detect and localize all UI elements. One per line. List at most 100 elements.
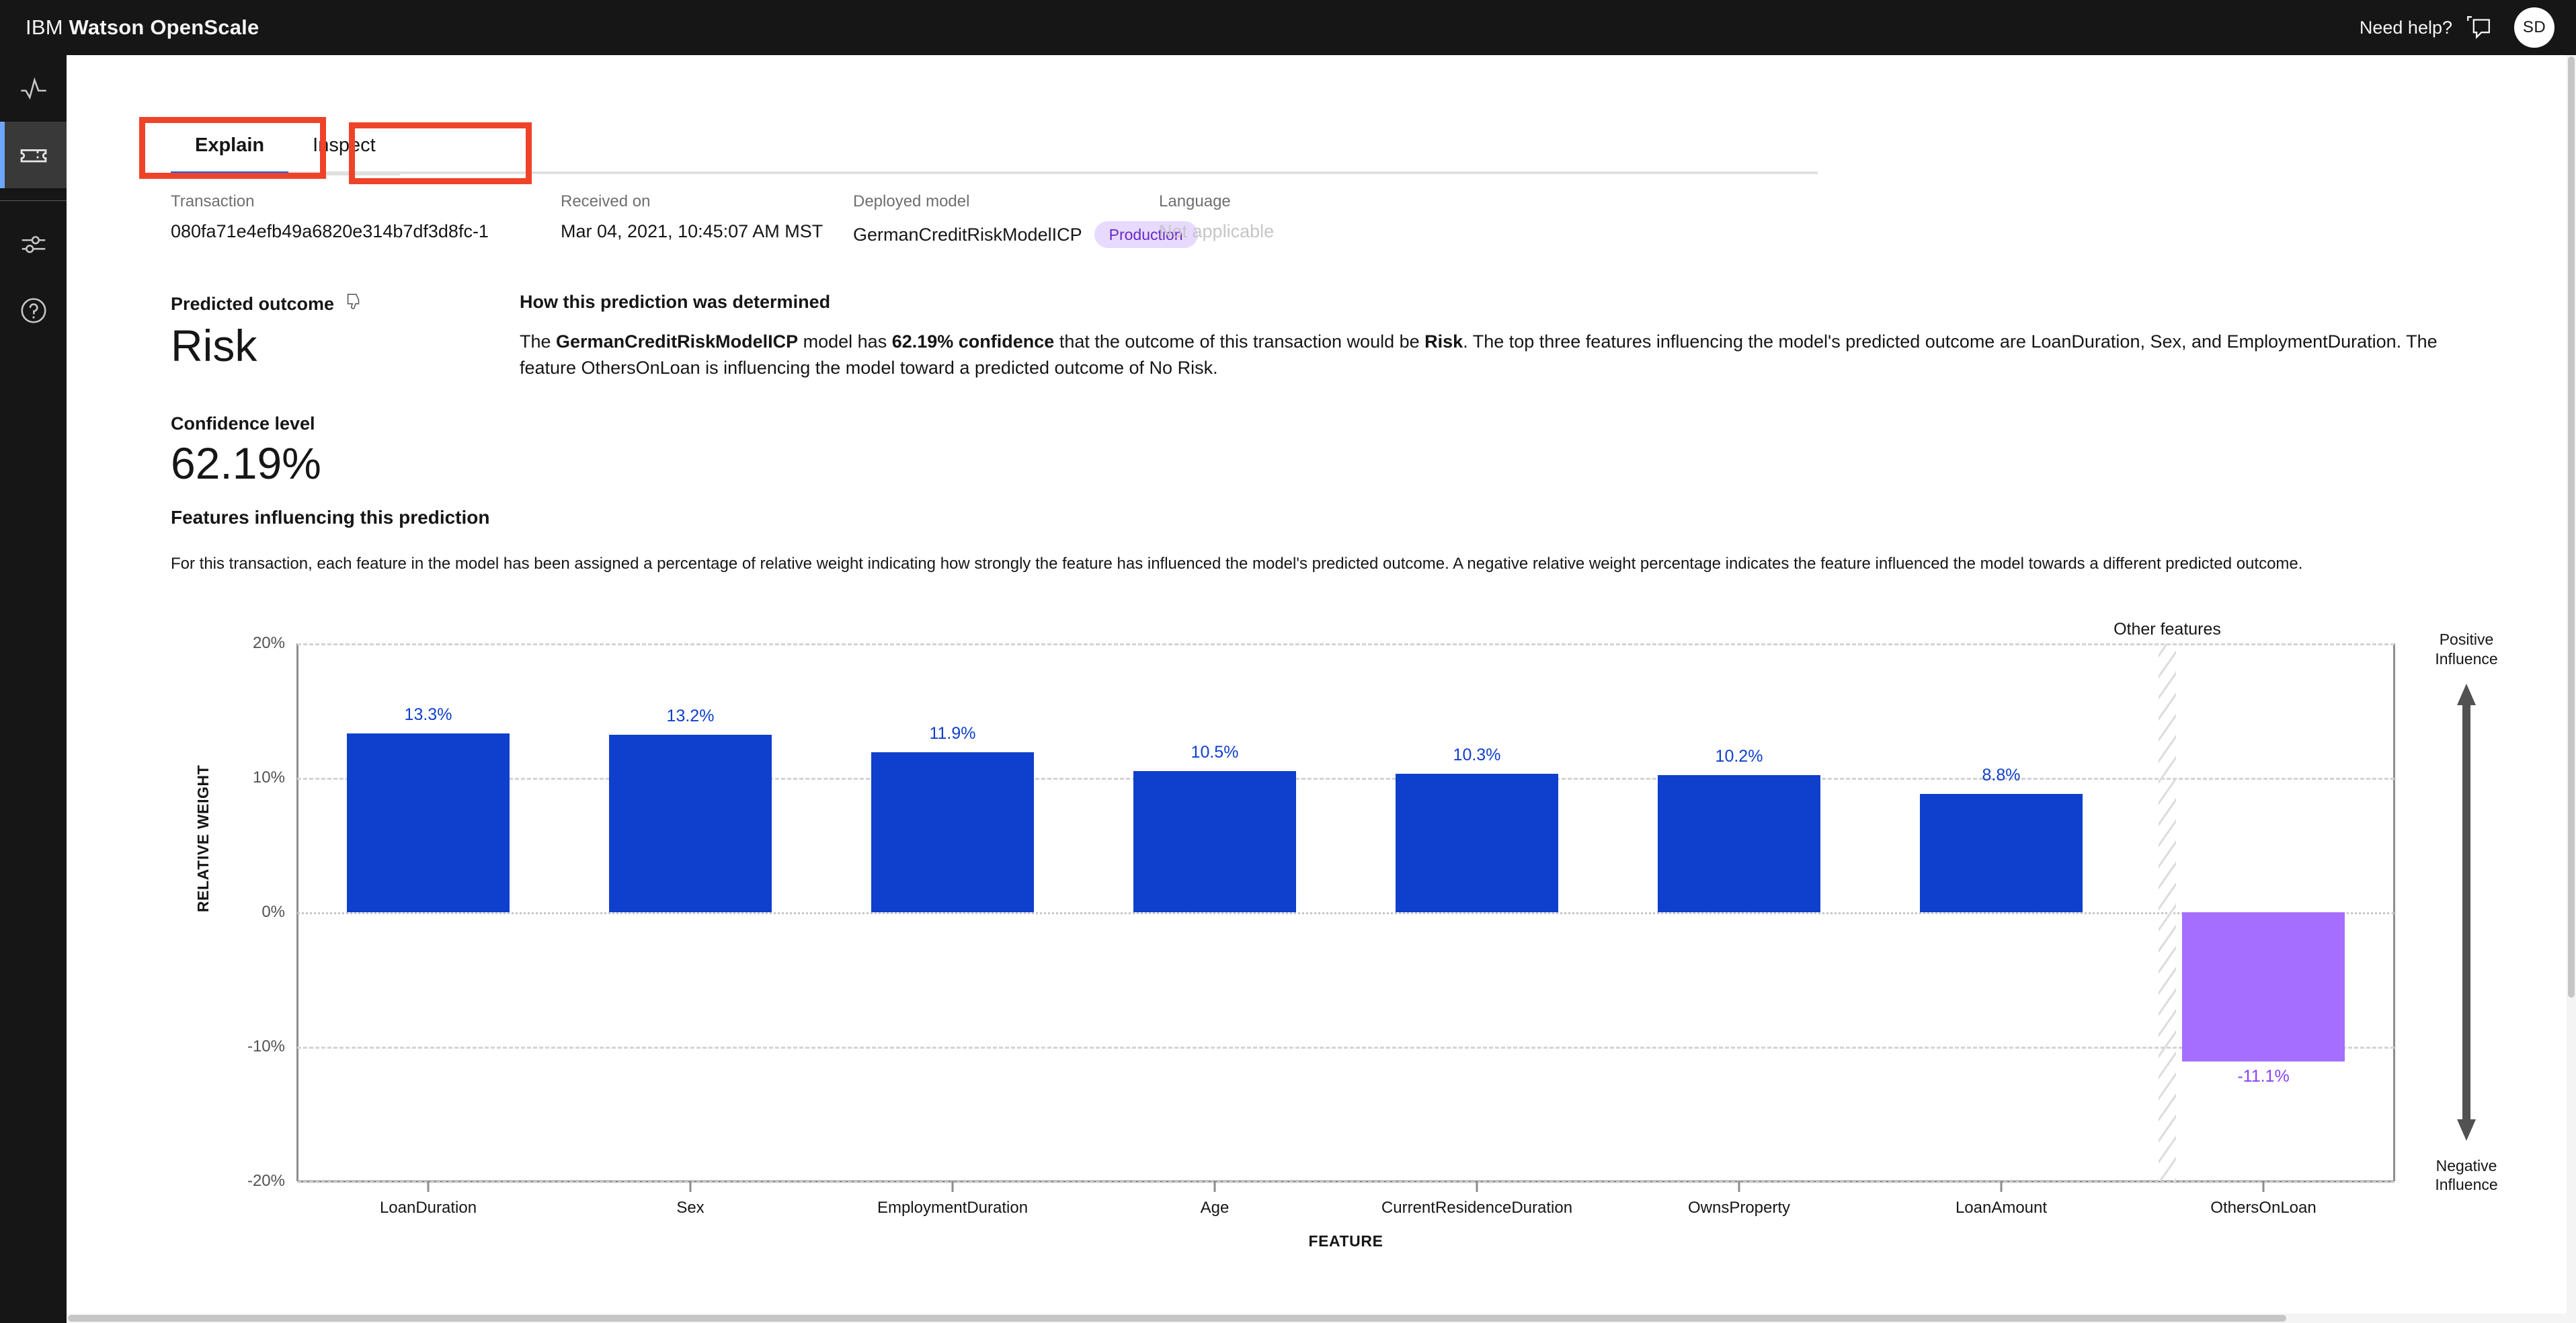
chart-x-tick-mark — [689, 1181, 692, 1192]
how-determined-title: How this prediction was determined — [520, 292, 831, 312]
chart-bar-value-label: 13.3% — [404, 705, 452, 724]
chart-bar-value-label: 11.9% — [929, 724, 976, 743]
how-model-name: GermanCreditRiskModelICP — [556, 331, 799, 352]
influence-arrow-icon — [2452, 669, 2481, 1156]
sidebar-item-transactions[interactable] — [0, 122, 67, 188]
chart-bar[interactable] — [609, 735, 772, 912]
meta-deployed-model: Deployed model GermanCreditRiskModelICP … — [853, 192, 1198, 249]
chart-y-tick-label: 10% — [252, 768, 285, 787]
confidence-level-value: 62.19% — [171, 438, 321, 488]
chart-bar[interactable] — [347, 733, 510, 912]
chart-y-tick-label: 20% — [252, 634, 285, 652]
chart-bar[interactable] — [2182, 912, 2345, 1061]
how-confidence: 62.19% confidence — [891, 331, 1055, 352]
tab-inspect[interactable]: Inspect — [288, 120, 400, 175]
chart-bar[interactable] — [871, 752, 1034, 912]
meta-language: Language Not applicable — [1159, 192, 1275, 242]
chart-x-tick-label: OwnsProperty — [1687, 1199, 1791, 1217]
chart-gridline — [297, 912, 2394, 914]
chart-x-tick-label: CurrentResidenceDuration — [1381, 1199, 1573, 1217]
meta-received-label: Received on — [561, 192, 651, 210]
tab-explain-label: Explain — [195, 134, 265, 156]
tab-bar: Explain Inspect — [171, 120, 400, 175]
chart-bar-value-label: 10.2% — [1715, 747, 1763, 766]
other-features-label: Other features — [2114, 620, 2221, 639]
meta-received-on: Received on Mar 04, 2021, 10:45:07 AM MS… — [561, 192, 823, 242]
chart-gridline — [297, 1047, 2394, 1049]
chart-bar-value-label: -11.1% — [2237, 1067, 2290, 1086]
brand-title: IBM Watson OpenScale — [26, 15, 259, 40]
meta-model-value: GermanCreditRiskModelICP — [853, 224, 1082, 245]
chart-x-tick-mark — [427, 1181, 430, 1192]
predicted-outcome-heading: Predicted outcome — [171, 292, 500, 317]
confidence-level-label: Confidence level — [171, 413, 315, 434]
chart-x-tick-mark — [1213, 1181, 1216, 1192]
chart-plot-area: 20% 10% 0% -10% -20% 13.3% LoanDuration 13.2% Se… — [247, 620, 2395, 1217]
predicted-outcome-value: Risk — [171, 321, 257, 370]
sidebar-item-monitors[interactable] — [0, 55, 67, 122]
chart-y-tick-label: 0% — [261, 903, 285, 921]
positive-influence-line1: Positive — [2439, 631, 2494, 648]
need-help-label[interactable]: Need help? — [2360, 17, 2452, 38]
chart-x-tick-mark — [951, 1181, 954, 1192]
horizontal-scrollbar[interactable] — [67, 1314, 2567, 1323]
pulse-icon — [18, 73, 49, 104]
negative-influence-label: Negative Influence — [2435, 1156, 2497, 1195]
chart-bar[interactable] — [1396, 774, 1558, 912]
chart-y-axis-title: RELATIVE WEIGHT — [194, 764, 212, 912]
horizontal-scrollbar-thumb[interactable] — [68, 1315, 2286, 1322]
other-features-divider — [2159, 643, 2176, 1181]
tab-explain[interactable]: Explain — [171, 120, 289, 175]
meta-language-label: Language — [1159, 192, 1231, 210]
chart-gridline — [297, 643, 2394, 645]
avatar[interactable]: SD — [2514, 7, 2554, 48]
meta-transaction-value: 080fa71e4efb49a6820e314b7df3d8fc-1 — [171, 221, 489, 242]
chart-bar[interactable] — [1920, 794, 2083, 912]
chart-bar-value-label: 13.2% — [666, 707, 715, 725]
help-icon — [18, 295, 49, 326]
tabs-baseline — [171, 171, 1818, 174]
chart-x-tick-label: Sex — [676, 1199, 705, 1217]
negative-influence-line2: Influence — [2435, 1176, 2498, 1194]
content-card: Explain Inspect Transaction 080fa71e4efb… — [67, 55, 2576, 1323]
vertical-scrollbar[interactable] — [2567, 55, 2576, 1323]
chart-x-tick-mark — [2262, 1181, 2265, 1192]
chart-bar[interactable] — [1133, 771, 1296, 912]
prediction-summary: Predicted outcome Risk Confidence level … — [171, 292, 500, 489]
chat-icon[interactable] — [2463, 12, 2494, 43]
features-section-title: Features influencing this prediction — [171, 507, 490, 528]
chart-x-tick-mark — [1476, 1181, 1478, 1192]
chart-x-tick-label: Age — [1200, 1199, 1230, 1217]
chart-bar[interactable] — [1658, 775, 1820, 912]
features-section-description: For this transaction, each feature in th… — [171, 555, 2303, 573]
chart-y-tick-label: -20% — [247, 1172, 285, 1190]
how-determined-body: The GermanCreditRiskModelICP model has 6… — [520, 329, 2462, 381]
chart-bar-value-label: 10.5% — [1191, 743, 1239, 762]
chart-x-tick-mark — [2000, 1181, 2003, 1192]
sidebar — [0, 55, 67, 1323]
vertical-scrollbar-thumb[interactable] — [2568, 56, 2575, 998]
negative-influence-line1: Negative — [2436, 1156, 2497, 1174]
tab-inspect-label: Inspect — [313, 134, 376, 156]
influence-legend: Positive Influence Negative Influence — [2416, 630, 2517, 1195]
sliders-icon — [18, 229, 49, 259]
chart-gridline — [297, 1181, 2394, 1183]
chart-x-tick-label: OthersOnLoan — [2210, 1199, 2317, 1217]
how-text-3: that the outcome of this transaction wou… — [1054, 331, 1425, 352]
sidebar-item-help[interactable] — [0, 277, 67, 344]
relative-weight-chart: RELATIVE WEIGHT 20% 10% 0% -10% -20% 13.3% Loa… — [171, 620, 2517, 1302]
header-actions: Need help? SD — [2360, 0, 2576, 55]
meta-model-value-row: GermanCreditRiskModelICP Production — [853, 221, 1198, 249]
chart-x-tick-label: LoanDuration — [379, 1199, 477, 1217]
thumbs-down-icon[interactable] — [344, 292, 364, 317]
brand-prefix: IBM — [26, 15, 63, 39]
sidebar-item-configuration[interactable] — [0, 210, 67, 277]
chart-bar-value-label: 8.8% — [1982, 766, 2021, 785]
predicted-outcome-label: Predicted outcome — [171, 294, 335, 314]
app-root: IBM Watson OpenScale Need help? SD Expla… — [0, 0, 2576, 1323]
chart-y-tick-label: -10% — [247, 1037, 285, 1055]
positive-influence-line2: Influence — [2435, 649, 2498, 668]
meta-language-value: Not applicable — [1159, 221, 1275, 242]
positive-influence-label: Positive Influence — [2435, 630, 2497, 669]
sidebar-divider — [0, 200, 67, 201]
